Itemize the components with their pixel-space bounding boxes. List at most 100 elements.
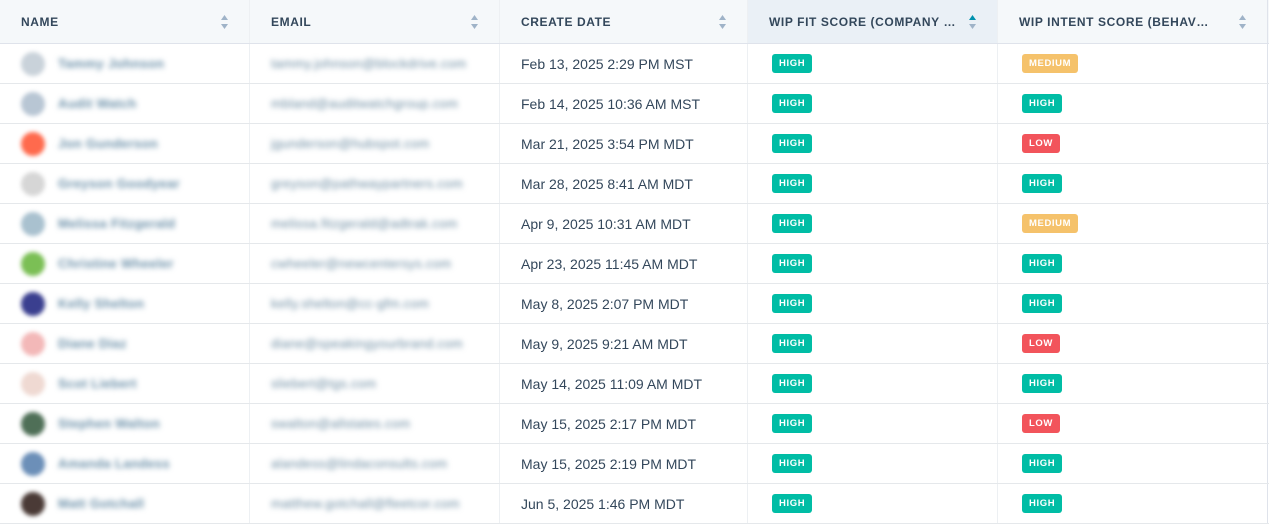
contact-name-link[interactable]: Diane Diaz — [58, 336, 127, 351]
name-cell[interactable]: Tammy Johnson — [0, 44, 250, 83]
name-cell[interactable]: Melissa Fitzgerald — [0, 204, 250, 243]
email-cell[interactable]: jgunderson@hubspot.com — [250, 124, 500, 163]
name-cell[interactable]: Christine Wheeler — [0, 244, 250, 283]
contact-name-link[interactable]: Amanda Landess — [58, 456, 170, 471]
contact-email[interactable]: swalton@allstates.com — [271, 416, 410, 431]
name-cell[interactable]: Matt Gotchall — [0, 484, 250, 523]
name-cell[interactable]: Amanda Landess — [0, 444, 250, 483]
contact-email[interactable]: tammy.johnson@blockdrive.com — [271, 56, 466, 71]
email-cell[interactable]: mbland@auditwatchgroup.com — [250, 84, 500, 123]
create-date: Feb 14, 2025 10:36 AM MST — [521, 95, 700, 112]
intent-score-badge: HIGH — [1022, 94, 1063, 113]
fit-score-badge: HIGH — [772, 454, 813, 473]
create-date: Mar 21, 2025 3:54 PM MDT — [521, 135, 694, 152]
column-header-create-date[interactable]: CREATE DATE — [500, 0, 748, 43]
email-cell[interactable]: melissa.fitzgerald@adtrak.com — [250, 204, 500, 243]
contacts-table: NAME EMAIL CREATE DATE WIP FIT SCORE (CO… — [0, 0, 1269, 524]
column-header-intent-score[interactable]: WIP INTENT SCORE (BEHAVIOR... — [998, 0, 1268, 43]
column-header-label: EMAIL — [271, 14, 312, 29]
table-row[interactable]: Christine Wheeler cwheeler@newcentersys.c… — [0, 244, 1269, 284]
email-cell[interactable]: cwheeler@newcentersys.com — [250, 244, 500, 283]
intent-score-cell: HIGH — [998, 484, 1268, 523]
sort-icon[interactable] — [470, 14, 479, 30]
contact-email[interactable]: mbland@auditwatchgroup.com — [271, 96, 458, 111]
table-row[interactable]: Stephen Walton swalton@allstates.com May 1… — [0, 404, 1269, 444]
table-row[interactable]: Jon Gunderson jgunderson@hubspot.com Mar 2… — [0, 124, 1269, 164]
fit-score-cell: HIGH — [748, 164, 998, 203]
name-cell[interactable]: Stephen Walton — [0, 404, 250, 443]
contact-email[interactable]: matthew.gotchall@fleetcor.com — [271, 496, 460, 511]
contact-name-link[interactable]: Greyson Goodyear — [58, 176, 180, 191]
contact-email[interactable]: diane@speakingyourbrand.com — [271, 336, 463, 351]
create-date: Feb 13, 2025 2:29 PM MST — [521, 55, 693, 72]
intent-score-cell: HIGH — [998, 164, 1268, 203]
column-header-name[interactable]: NAME — [0, 0, 250, 43]
table-row[interactable]: Melissa Fitzgerald melissa.fitzgerald@adt… — [0, 204, 1269, 244]
avatar — [21, 51, 45, 76]
intent-score-badge: LOW — [1022, 334, 1060, 353]
column-header-fit-score[interactable]: WIP FIT SCORE (COMPANY +... — [748, 0, 998, 43]
fit-score-cell: HIGH — [748, 44, 998, 83]
table-row[interactable]: Kelly Shelton kelly.shelton@cc-gfm.com May… — [0, 284, 1269, 324]
intent-score-badge: HIGH — [1022, 294, 1063, 313]
contact-name-link[interactable]: Jon Gunderson — [58, 136, 158, 151]
email-cell[interactable]: sliebert@tgs.com — [250, 364, 500, 403]
contact-email[interactable]: kelly.shelton@cc-gfm.com — [271, 296, 429, 311]
contact-name-link[interactable]: Scot Liebert — [58, 376, 137, 391]
fit-score-cell: HIGH — [748, 124, 998, 163]
sort-ascending-icon[interactable] — [968, 14, 977, 30]
table-row[interactable]: Audit Watch mbland@auditwatchgroup.com Feb… — [0, 84, 1269, 124]
sort-icon[interactable] — [718, 14, 727, 30]
name-cell[interactable]: Greyson Goodyear — [0, 164, 250, 203]
intent-score-badge: HIGH — [1022, 454, 1063, 473]
name-cell[interactable]: Scot Liebert — [0, 364, 250, 403]
contact-email[interactable]: greyson@pathwaypartners.com — [271, 176, 463, 191]
contact-email[interactable]: cwheeler@newcentersys.com — [271, 256, 451, 271]
name-cell[interactable]: Jon Gunderson — [0, 124, 250, 163]
table-row[interactable]: Scot Liebert sliebert@tgs.com May 14, 2025… — [0, 364, 1269, 404]
contact-name-link[interactable]: Christine Wheeler — [58, 256, 174, 271]
contact-name-link[interactable]: Matt Gotchall — [58, 496, 144, 511]
create-date-cell: Feb 14, 2025 10:36 AM MST — [500, 84, 748, 123]
create-date-cell: May 14, 2025 11:09 AM MDT — [500, 364, 748, 403]
name-cell[interactable]: Kelly Shelton — [0, 284, 250, 323]
contact-email[interactable]: sliebert@tgs.com — [271, 376, 376, 391]
contact-email[interactable]: jgunderson@hubspot.com — [271, 136, 430, 151]
contact-name-link[interactable]: Kelly Shelton — [58, 296, 144, 311]
table-row[interactable]: Tammy Johnson tammy.johnson@blockdrive.co… — [0, 44, 1269, 84]
table-row[interactable]: Greyson Goodyear greyson@pathwaypartners.… — [0, 164, 1269, 204]
fit-score-badge: HIGH — [772, 334, 813, 353]
email-cell[interactable]: swalton@allstates.com — [250, 404, 500, 443]
email-cell[interactable]: diane@speakingyourbrand.com — [250, 324, 500, 363]
email-cell[interactable]: matthew.gotchall@fleetcor.com — [250, 484, 500, 523]
contact-name-link[interactable]: Audit Watch — [58, 96, 137, 111]
fit-score-cell: HIGH — [748, 404, 998, 443]
sort-icon[interactable] — [1238, 14, 1247, 30]
fit-score-badge: HIGH — [772, 94, 813, 113]
contact-name-link[interactable]: Melissa Fitzgerald — [58, 216, 175, 231]
create-date-cell: Apr 9, 2025 10:31 AM MDT — [500, 204, 748, 243]
table-row[interactable]: Diane Diaz diane@speakingyourbrand.com May… — [0, 324, 1269, 364]
fit-score-badge: HIGH — [772, 134, 813, 153]
table-row[interactable]: Amanda Landess alandess@lindaconsults.com… — [0, 444, 1269, 484]
intent-score-cell: MEDIUM — [998, 44, 1268, 83]
email-cell[interactable]: tammy.johnson@blockdrive.com — [250, 44, 500, 83]
contact-name-link[interactable]: Stephen Walton — [58, 416, 160, 431]
name-cell[interactable]: Audit Watch — [0, 84, 250, 123]
email-cell[interactable]: kelly.shelton@cc-gfm.com — [250, 284, 500, 323]
create-date: May 14, 2025 11:09 AM MDT — [521, 375, 703, 392]
table-row[interactable]: Matt Gotchall matthew.gotchall@fleetcor.c… — [0, 484, 1269, 524]
column-header-label: WIP FIT SCORE (COMPANY +... — [769, 14, 959, 29]
email-cell[interactable]: greyson@pathwaypartners.com — [250, 164, 500, 203]
name-cell[interactable]: Diane Diaz — [0, 324, 250, 363]
contact-name-link[interactable]: Tammy Johnson — [58, 56, 164, 71]
column-header-email[interactable]: EMAIL — [250, 0, 500, 43]
contact-email[interactable]: melissa.fitzgerald@adtrak.com — [271, 216, 458, 231]
create-date-cell: Mar 21, 2025 3:54 PM MDT — [500, 124, 748, 163]
contact-email[interactable]: alandess@lindaconsults.com — [271, 456, 447, 471]
intent-score-badge: MEDIUM — [1022, 54, 1079, 73]
avatar — [21, 251, 45, 276]
fit-score-cell: HIGH — [748, 324, 998, 363]
sort-icon[interactable] — [220, 14, 229, 30]
email-cell[interactable]: alandess@lindaconsults.com — [250, 444, 500, 483]
